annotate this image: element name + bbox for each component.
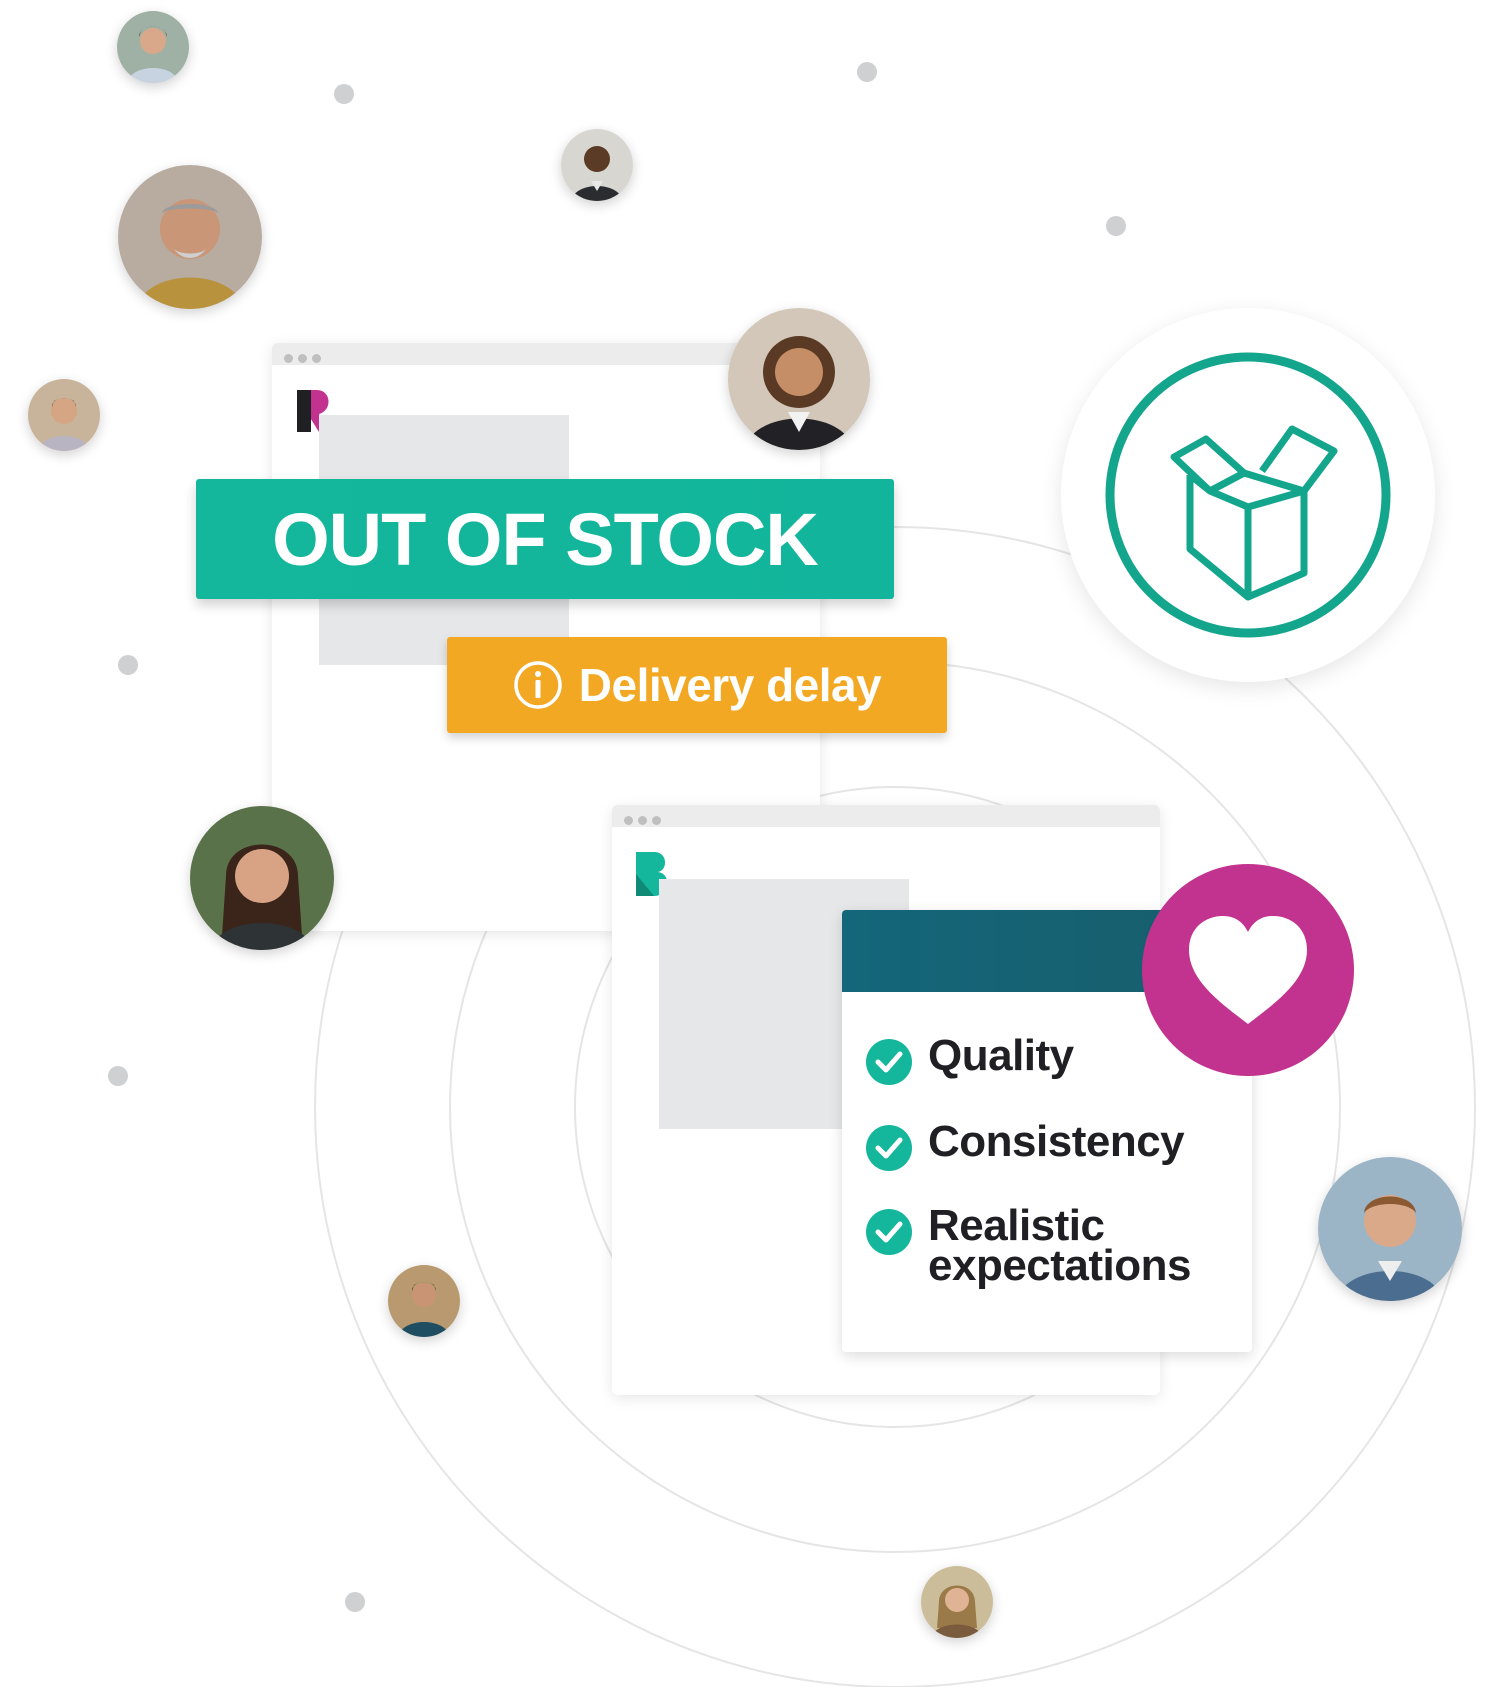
- box-badge: [1061, 308, 1435, 682]
- decor-dot: [108, 1066, 128, 1086]
- out-of-stock-banner: OUT OF STOCK: [196, 479, 894, 599]
- avatar: [117, 11, 189, 83]
- item-label-line2: expectations: [928, 1241, 1191, 1290]
- decor-dot: [1106, 216, 1126, 236]
- avatar: [388, 1265, 460, 1337]
- avatar: [561, 129, 633, 201]
- avatar: [190, 806, 334, 950]
- out-of-stock-label: OUT OF STOCK: [272, 497, 819, 581]
- decor-dot: [345, 1592, 365, 1612]
- check-icon: [866, 1125, 912, 1171]
- decor-dot: [857, 62, 877, 82]
- list-item: Consistency: [866, 1117, 1185, 1171]
- decor-dot: [118, 655, 138, 675]
- check-icon: [866, 1209, 912, 1255]
- avatar: [118, 165, 262, 309]
- window-controls: [284, 350, 326, 368]
- info-icon: [514, 661, 562, 709]
- avatar: [728, 308, 870, 450]
- item-label: Consistency: [928, 1117, 1185, 1166]
- item-label: Quality: [928, 1031, 1074, 1080]
- delivery-delay-banner: Delivery delay: [447, 637, 947, 733]
- avatar: [28, 379, 100, 451]
- window-controls: [624, 812, 666, 830]
- list-item: Quality: [866, 1031, 1074, 1085]
- heart-badge: [1142, 864, 1354, 1076]
- window-titlebar: [612, 805, 1160, 827]
- list-item: Realistic expectations: [866, 1204, 1191, 1288]
- delivery-delay-label: Delivery delay: [578, 659, 882, 711]
- decor-dot: [334, 84, 354, 104]
- open-box-icon: [1105, 352, 1391, 638]
- avatar: [921, 1566, 993, 1638]
- check-icon: [866, 1039, 912, 1085]
- item-label: Realistic expectations: [928, 1204, 1191, 1288]
- avatar: [1318, 1157, 1462, 1301]
- heart-icon: [1189, 916, 1307, 1024]
